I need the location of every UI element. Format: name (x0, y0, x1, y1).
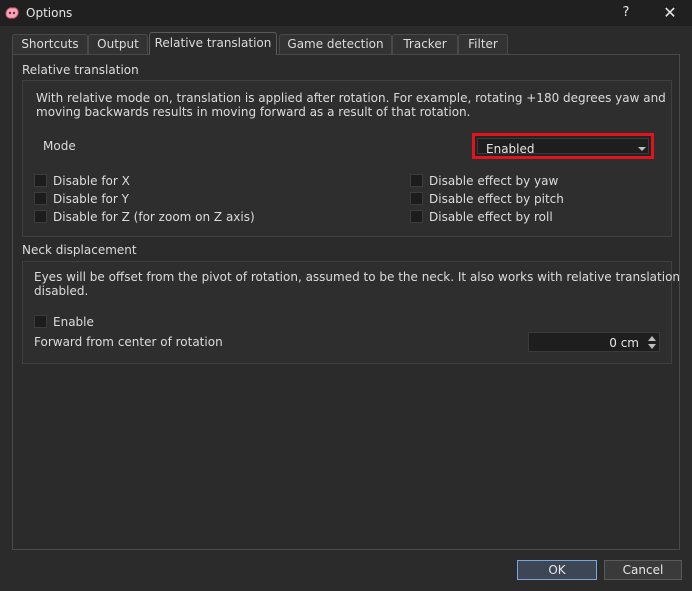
spin-up-icon[interactable] (648, 336, 656, 341)
disable-x-label: Disable for X (53, 174, 130, 188)
help-button[interactable]: ? (616, 3, 636, 23)
forward-spinbox-value: 0 cm (609, 336, 639, 350)
ok-button[interactable]: OK (517, 560, 597, 580)
neck-group-title: Neck displacement (22, 243, 137, 257)
tab-filter[interactable]: Filter (458, 34, 508, 54)
tab-relative-translation[interactable]: Relative translation (149, 32, 277, 55)
tab-output[interactable]: Output (88, 34, 148, 54)
title-bar: Options ? ✕ (0, 0, 692, 26)
disable-pitch-checkbox[interactable] (410, 192, 423, 205)
disable-z-label: Disable for Z (for zoom on Z axis) (53, 210, 255, 224)
forward-spinbox[interactable]: 0 cm (528, 332, 660, 352)
relative-group-title: Relative translation (22, 63, 139, 77)
disable-y-checkbox[interactable] (34, 192, 47, 205)
disable-roll-checkbox[interactable] (410, 210, 423, 223)
window-title: Options (26, 6, 73, 20)
spin-down-icon[interactable] (648, 344, 656, 349)
app-icon (5, 7, 19, 19)
forward-label: Forward from center of rotation (34, 335, 223, 349)
disable-x-checkbox[interactable] (34, 174, 47, 187)
chevron-down-icon[interactable] (638, 147, 646, 151)
disable-yaw-checkbox[interactable] (410, 174, 423, 187)
relative-description-line1: With relative mode on, translation is ap… (36, 91, 666, 105)
mode-dropdown[interactable]: Enabled (472, 133, 654, 159)
close-button[interactable]: ✕ (658, 3, 682, 23)
disable-pitch-label: Disable effect by pitch (429, 192, 564, 206)
neck-enable-checkbox[interactable] (34, 315, 47, 328)
neck-enable-label: Enable (53, 315, 94, 329)
relative-description-line2: moving backwards results in moving forwa… (36, 105, 471, 119)
mode-label: Mode (43, 139, 76, 153)
tab-tracker[interactable]: Tracker (392, 34, 458, 54)
disable-z-checkbox[interactable] (34, 210, 47, 223)
neck-description-line1: Eyes will be offset from the pivot of ro… (34, 270, 681, 284)
disable-y-label: Disable for Y (53, 192, 129, 206)
neck-description-line2: disabled. (34, 284, 89, 298)
mode-dropdown-field[interactable]: Enabled (477, 138, 649, 156)
mode-dropdown-value: Enabled (486, 142, 535, 156)
cancel-button[interactable]: Cancel (604, 560, 682, 580)
tab-shortcuts[interactable]: Shortcuts (12, 34, 88, 54)
disable-roll-label: Disable effect by roll (429, 210, 553, 224)
disable-yaw-label: Disable effect by yaw (429, 174, 559, 188)
tab-game-detection[interactable]: Game detection (279, 34, 392, 54)
